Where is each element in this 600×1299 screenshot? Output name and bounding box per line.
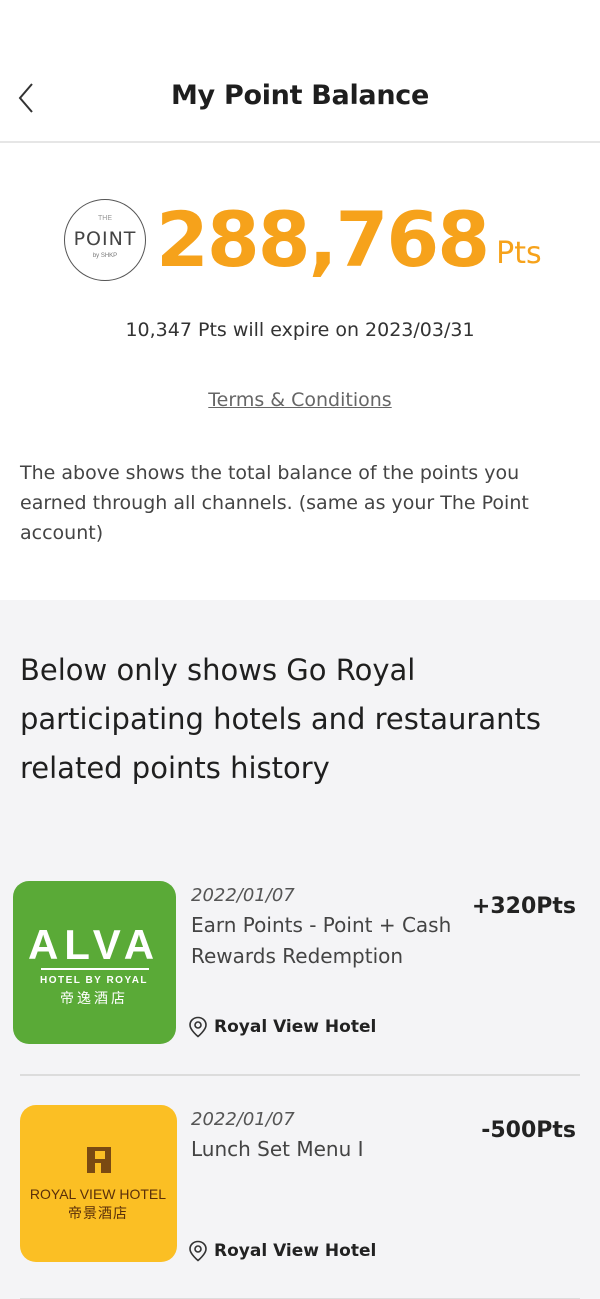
balance-description: The above shows the total balance of the… [20, 462, 529, 544]
terms-link[interactable]: Terms & Conditions [208, 389, 391, 411]
entry-date: 2022/01/07 [191, 885, 295, 906]
entry-location: Royal View Hotel [188, 1240, 376, 1262]
location-pin-icon [189, 1016, 207, 1038]
logo-word: POINT [73, 228, 137, 250]
alva-hotel-logo: ALVA HOTEL BY ROYAL 帝逸酒店 [13, 881, 176, 1044]
point-balance-unit: Pts [496, 235, 542, 271]
entry-location-name: Royal View Hotel [214, 1017, 377, 1037]
entry-description: Lunch Set Menu I [191, 1137, 364, 1161]
svg-text:帝逸酒店: 帝逸酒店 [60, 991, 128, 1007]
royal-view-hotel-logo: ROYAL VIEW HOTEL 帝景酒店 [20, 1105, 177, 1262]
the-point-logo: THE POINT by SHKP [64, 199, 146, 281]
svg-text:HOTEL BY ROYAL: HOTEL BY ROYAL [40, 975, 148, 986]
history-entry[interactable]: ROYAL VIEW HOTEL 帝景酒店 2022/01/07 Lunch S… [0, 1102, 600, 1299]
svg-text:帝景酒店: 帝景酒店 [68, 1206, 128, 1222]
entry-location-name: Royal View Hotel [214, 1241, 377, 1261]
entry-date: 2022/01/07 [191, 1109, 295, 1130]
location-pin-icon [189, 1240, 207, 1262]
header: My Point Balance [0, 0, 600, 143]
balance-summary: THE POINT by SHKP 288,768 Pts [64, 195, 542, 284]
entry-divider [20, 1074, 580, 1076]
expiry-notice: 10,347 Pts will expire on 2023/03/31 [125, 319, 475, 341]
history-entry[interactable]: ALVA HOTEL BY ROYAL 帝逸酒店 2022/01/07 Earn… [0, 878, 600, 1078]
terms-container: Terms & Conditions [0, 389, 600, 411]
entry-points: -500Pts [481, 1118, 576, 1143]
entry-location: Royal View Hotel [188, 1016, 376, 1038]
logo-by-text: by SHKP [92, 253, 118, 259]
svg-text:ALVA: ALVA [28, 921, 160, 968]
entry-description: Earn Points - Point + Cash Rewards Redem… [191, 913, 452, 968]
points-history-section: Below only shows Go Royal participating … [0, 600, 600, 1299]
page-title: My Point Balance [170, 80, 429, 111]
logo-top-text: THE [98, 215, 112, 222]
point-balance-value: 288,768 [156, 195, 490, 284]
history-title: Below only shows Go Royal participating … [20, 653, 541, 785]
svg-text:ROYAL VIEW HOTEL: ROYAL VIEW HOTEL [30, 1186, 166, 1202]
entry-points: +320Pts [471, 894, 576, 919]
